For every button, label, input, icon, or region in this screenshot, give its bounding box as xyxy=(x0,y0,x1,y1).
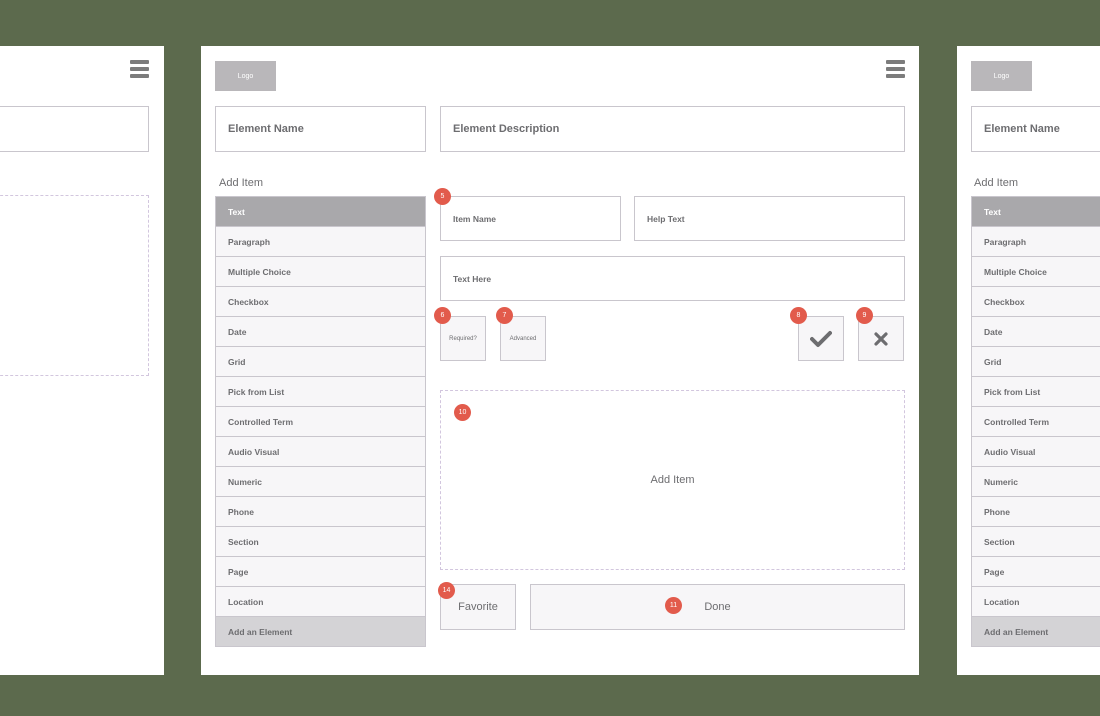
list-item-audio-visual[interactable]: Audio Visual xyxy=(216,437,425,467)
list-item-multiple-choice[interactable]: Multiple Choice xyxy=(972,257,1100,287)
list-item-section[interactable]: Section xyxy=(216,527,425,557)
left-partial-panel xyxy=(0,46,164,675)
list-item-controlled-term[interactable]: Controlled Term xyxy=(972,407,1100,437)
list-item-checkbox[interactable]: Checkbox xyxy=(216,287,425,317)
list-item-grid[interactable]: Grid xyxy=(972,347,1100,377)
list-item-date[interactable]: Date xyxy=(216,317,425,347)
list-item-text[interactable]: Text xyxy=(216,197,425,227)
list-item-phone[interactable]: Phone xyxy=(216,497,425,527)
list-item-grid[interactable]: Grid xyxy=(216,347,425,377)
done-button[interactable]: Done xyxy=(530,584,905,630)
list-item-date[interactable]: Date xyxy=(972,317,1100,347)
list-item-paragraph[interactable]: Paragraph xyxy=(972,227,1100,257)
annotation-badge: 7 xyxy=(496,307,513,324)
list-item-page[interactable]: Page xyxy=(216,557,425,587)
hamburger-menu-icon[interactable] xyxy=(130,60,149,80)
drop-zone[interactable] xyxy=(0,195,149,376)
help-text-field[interactable]: Help Text xyxy=(634,196,905,241)
add-item-heading: Add Item xyxy=(219,177,264,189)
annotation-badge: 10 xyxy=(454,404,471,421)
list-item-pick-from-list[interactable]: Pick from List xyxy=(216,377,425,407)
annotation-badge: 14 xyxy=(438,582,455,599)
item-name-field[interactable]: Item Name xyxy=(440,196,621,241)
drop-zone-label: Add Item xyxy=(650,474,695,486)
annotation-badge: 11 xyxy=(665,597,682,614)
list-item-numeric[interactable]: Numeric xyxy=(972,467,1100,497)
list-item-text[interactable]: Text xyxy=(972,197,1100,227)
item-type-list: Text Paragraph Multiple Choice Checkbox … xyxy=(215,196,426,647)
list-item-controlled-term[interactable]: Controlled Term xyxy=(216,407,425,437)
logo: Logo xyxy=(215,61,276,91)
main-panel: Logo Element Name Element Description Ad… xyxy=(201,46,919,675)
list-item-section[interactable]: Section xyxy=(972,527,1100,557)
element-name-field[interactable]: Element Name xyxy=(971,106,1100,152)
annotation-badge: 6 xyxy=(434,307,451,324)
text-here-field[interactable]: Text Here xyxy=(440,256,905,301)
list-item-add-an-element[interactable]: Add an Element xyxy=(972,617,1100,646)
annotation-badge: 9 xyxy=(856,307,873,324)
hamburger-menu-icon[interactable] xyxy=(886,60,905,80)
element-name-field[interactable]: Element Name xyxy=(215,106,426,152)
list-item-location[interactable]: Location xyxy=(972,587,1100,617)
element-name-field[interactable] xyxy=(0,106,149,152)
list-item-checkbox[interactable]: Checkbox xyxy=(972,287,1100,317)
add-item-heading: Add Item xyxy=(974,177,1019,189)
list-item-pick-from-list[interactable]: Pick from List xyxy=(972,377,1100,407)
item-type-list: Text Paragraph Multiple Choice Checkbox … xyxy=(971,196,1100,647)
list-item-audio-visual[interactable]: Audio Visual xyxy=(972,437,1100,467)
confirm-button[interactable] xyxy=(798,316,844,361)
list-item-paragraph[interactable]: Paragraph xyxy=(216,227,425,257)
right-partial-panel: Logo Element Name Add Item Text Paragrap… xyxy=(957,46,1100,675)
drop-zone[interactable]: Add Item xyxy=(440,390,905,570)
logo: Logo xyxy=(971,61,1032,91)
close-icon xyxy=(874,331,888,346)
list-item-add-an-element[interactable]: Add an Element xyxy=(216,617,425,646)
annotation-badge: 5 xyxy=(434,188,451,205)
checkmark-icon xyxy=(810,330,832,347)
list-item-location[interactable]: Location xyxy=(216,587,425,617)
list-item-phone[interactable]: Phone xyxy=(972,497,1100,527)
list-item-page[interactable]: Page xyxy=(972,557,1100,587)
list-item-multiple-choice[interactable]: Multiple Choice xyxy=(216,257,425,287)
element-description-field[interactable]: Element Description xyxy=(440,106,905,152)
list-item-numeric[interactable]: Numeric xyxy=(216,467,425,497)
annotation-badge: 8 xyxy=(790,307,807,324)
